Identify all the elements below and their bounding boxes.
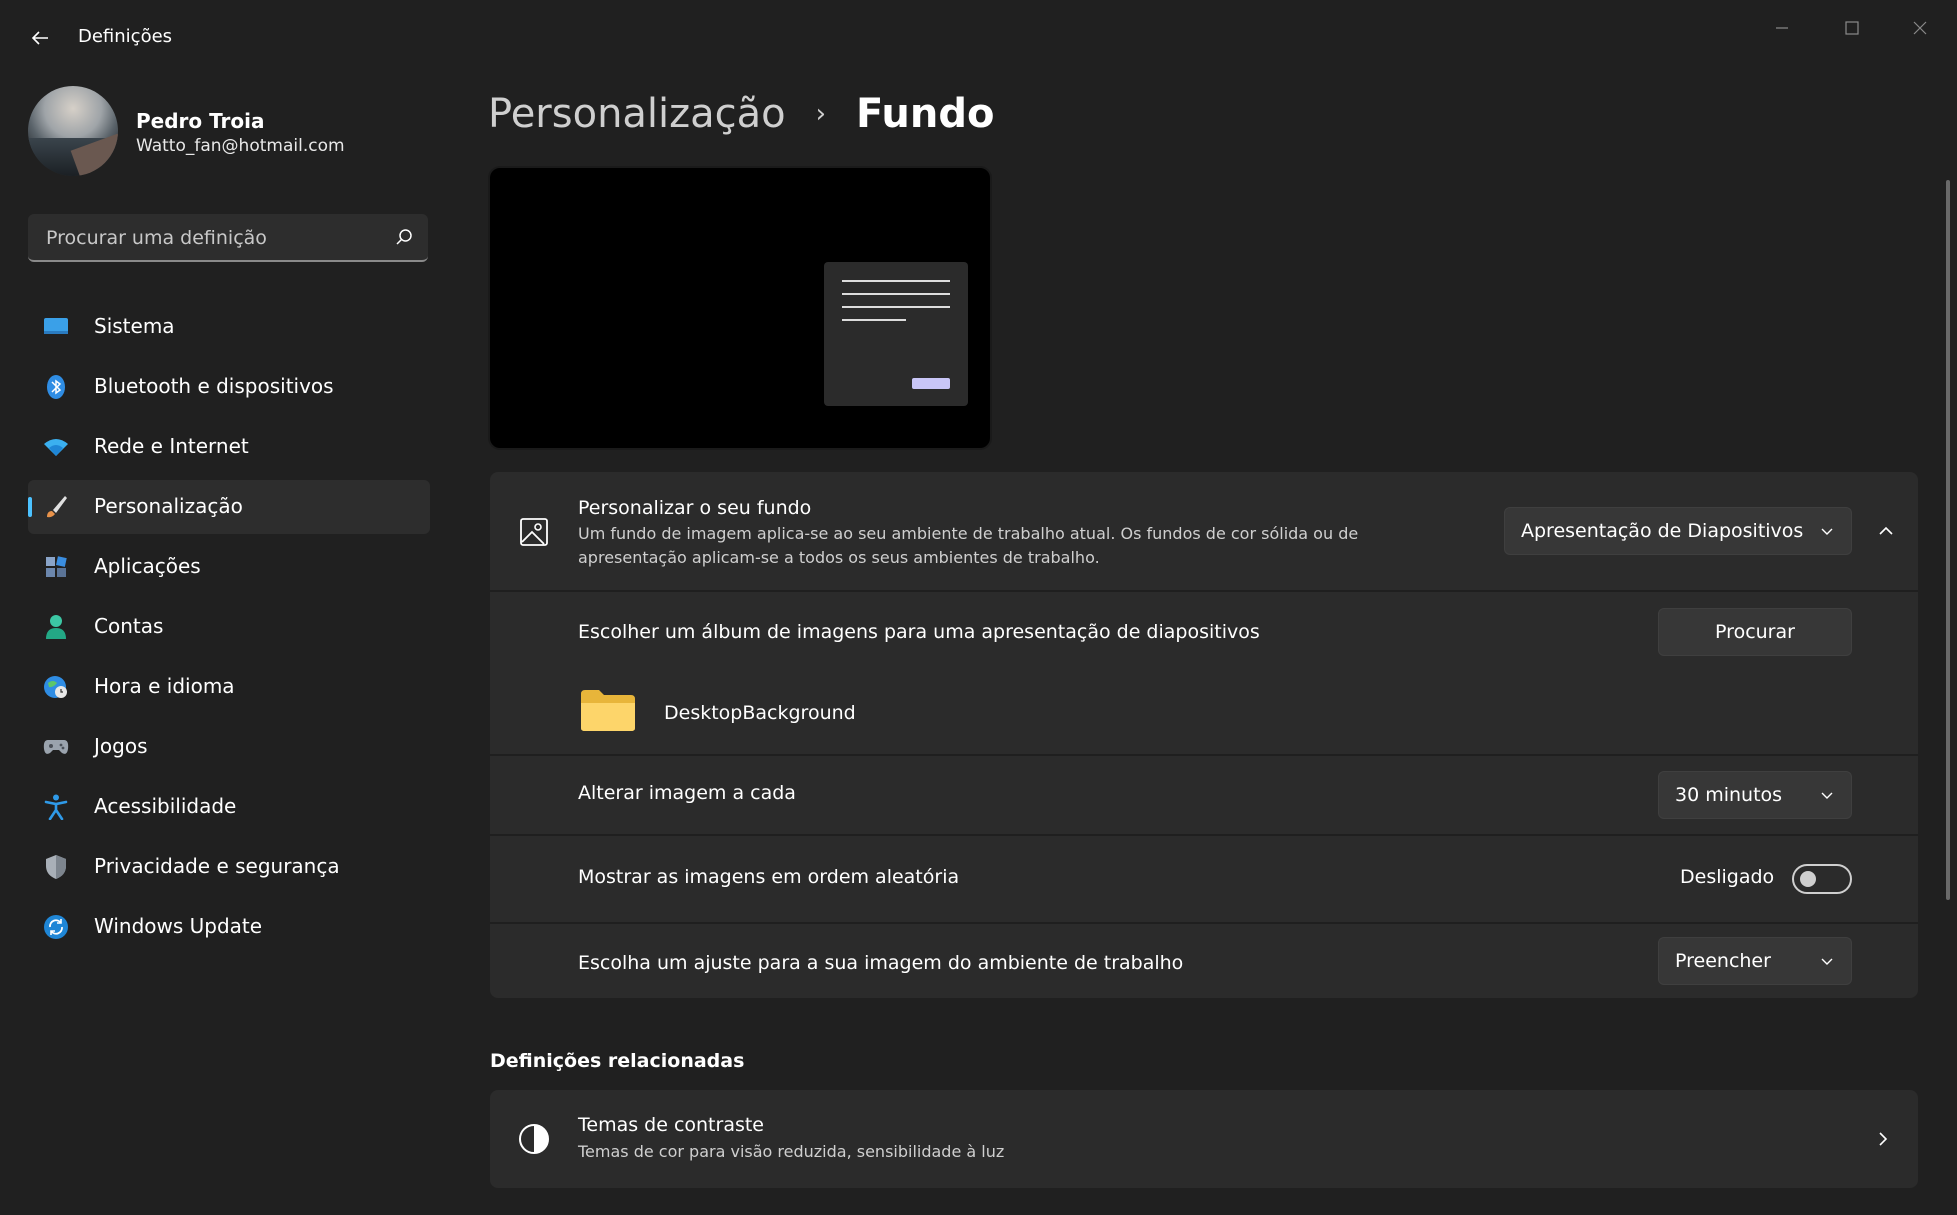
person-icon (42, 613, 70, 641)
toggle-knob (1800, 871, 1816, 887)
accessibility-icon (42, 793, 70, 821)
back-button[interactable] (22, 20, 58, 56)
breadcrumb-parent[interactable]: Personalização (488, 91, 786, 137)
brush-icon (42, 493, 70, 521)
sidebar-item-personalizacao[interactable]: Personalização (28, 480, 430, 534)
background-preview (488, 166, 992, 450)
contrast-title: Temas de contraste (578, 1114, 765, 1136)
contrast-icon (514, 1119, 554, 1159)
sidebar-item-privacidade[interactable]: Privacidade e segurança (28, 840, 430, 894)
wifi-icon (42, 433, 70, 461)
gamepad-icon (42, 733, 70, 761)
user-profile[interactable]: Pedro Troia Watto_fan@hotmail.com (28, 86, 428, 178)
update-icon (42, 913, 70, 941)
sidebar-item-aplicacoes[interactable]: Aplicações (28, 540, 430, 594)
fit-row: Escolha um ajuste para a sua imagem do a… (490, 922, 1918, 998)
minimize-button[interactable] (1752, 8, 1812, 48)
personalize-description-line2: apresentação aplicam-se a todos os seus … (578, 548, 1100, 567)
sidebar-item-windows-update[interactable]: Windows Update (28, 900, 430, 954)
sidebar-item-hora-idioma[interactable]: Hora e idioma (28, 660, 430, 714)
bluetooth-icon (42, 373, 70, 401)
shield-icon (42, 853, 70, 881)
chevron-down-icon (1821, 958, 1833, 965)
contrast-description: Temas de cor para visão reduzida, sensib… (578, 1142, 1005, 1161)
sidebar-item-label: Privacidade e segurança (94, 854, 340, 878)
interval-row: Alterar imagem a cada 30 minutos (490, 754, 1918, 834)
apps-icon (42, 553, 70, 581)
search-icon[interactable] (394, 227, 414, 247)
chevron-down-icon (1821, 792, 1833, 799)
folder-icon (581, 690, 635, 731)
shuffle-toggle[interactable] (1792, 864, 1852, 894)
search-input[interactable] (44, 214, 378, 262)
maximize-button[interactable] (1822, 8, 1882, 48)
sidebar-item-jogos[interactable]: Jogos (28, 720, 430, 774)
browse-button[interactable]: Procurar (1658, 608, 1852, 656)
fit-label: Escolha um ajuste para a sua imagem do a… (578, 952, 1184, 974)
avatar (28, 86, 118, 176)
shuffle-label: Mostrar as imagens em ordem aleatória (578, 866, 960, 888)
sidebar-item-rede[interactable]: Rede e Internet (28, 420, 430, 474)
personalize-title: Personalizar o seu fundo (578, 497, 812, 519)
sidebar-item-label: Contas (94, 614, 164, 638)
chevron-down-icon (1821, 528, 1833, 535)
sidebar-item-label: Aplicações (94, 554, 201, 578)
sidebar-nav: Sistema Bluetooth e dispositivos Rede e … (28, 300, 430, 960)
page-title: Fundo (856, 91, 995, 137)
window-title: Definições (78, 26, 173, 47)
scrollbar[interactable] (1946, 180, 1950, 900)
album-label: Escolher um álbum de imagens para uma ap… (578, 621, 1260, 643)
sidebar-item-label: Personalização (94, 494, 243, 518)
sidebar-item-contas[interactable]: Contas (28, 600, 430, 654)
preview-window-card (824, 262, 968, 406)
shuffle-row: Mostrar as imagens em ordem aleatória De… (490, 834, 1918, 922)
sidebar-item-acessibilidade[interactable]: Acessibilidade (28, 780, 430, 834)
chevron-up-icon (1879, 526, 1893, 535)
collapse-button[interactable] (1862, 507, 1910, 555)
chevron-right-icon: › (815, 99, 827, 129)
sidebar-item-label: Acessibilidade (94, 794, 237, 818)
settings-window: Definições Pedro Troia Watto_fan@hotmail… (0, 0, 1957, 1215)
user-name: Pedro Troia (136, 109, 265, 133)
related-settings-heading: Definições relacionadas (490, 1050, 745, 1072)
sidebar-item-label: Jogos (94, 734, 148, 758)
sidebar-item-label: Hora e idioma (94, 674, 235, 698)
contrast-themes-card[interactable]: Temas de contraste Temas de cor para vis… (490, 1090, 1918, 1188)
sidebar-item-label: Bluetooth e dispositivos (94, 374, 334, 398)
close-button[interactable] (1890, 8, 1950, 48)
picture-icon (514, 512, 554, 552)
personalize-description-line1: Um fundo de imagem aplica-se ao seu ambi… (578, 524, 1359, 543)
interval-value: 30 minutos (1675, 784, 1783, 806)
background-type-dropdown[interactable]: Apresentação de Diapositivos (1504, 507, 1852, 555)
sidebar-item-label: Rede e Internet (94, 434, 249, 458)
album-row: Escolher um álbum de imagens para uma ap… (490, 590, 1918, 754)
interval-dropdown[interactable]: 30 minutos (1658, 771, 1852, 819)
arrow-left-icon (31, 31, 48, 45)
shuffle-state: Desligado (1680, 866, 1775, 888)
globe-clock-icon (42, 673, 70, 701)
minimize-icon (1776, 27, 1788, 29)
personalize-background-card: Personalizar o seu fundo Um fundo de ima… (490, 472, 1918, 590)
maximize-icon (1845, 21, 1859, 35)
sidebar-item-sistema[interactable]: Sistema (28, 300, 430, 354)
sidebar-item-bluetooth[interactable]: Bluetooth e dispositivos (28, 360, 430, 414)
user-email: Watto_fan@hotmail.com (136, 136, 345, 156)
folder-name: DesktopBackground (664, 702, 856, 724)
sidebar-item-label: Sistema (94, 314, 175, 338)
fit-dropdown[interactable]: Preencher (1658, 937, 1852, 985)
chevron-right-icon (1879, 1132, 1888, 1146)
fit-value: Preencher (1675, 950, 1771, 972)
breadcrumb: Personalização › Fundo (488, 86, 994, 142)
sidebar-item-label: Windows Update (94, 914, 263, 938)
system-icon (42, 313, 70, 341)
title-bar: Definições (0, 0, 1957, 74)
close-icon (1913, 21, 1927, 35)
background-type-value: Apresentação de Diapositivos (1521, 520, 1804, 542)
interval-label: Alterar imagem a cada (578, 782, 796, 804)
search-box (28, 214, 428, 262)
